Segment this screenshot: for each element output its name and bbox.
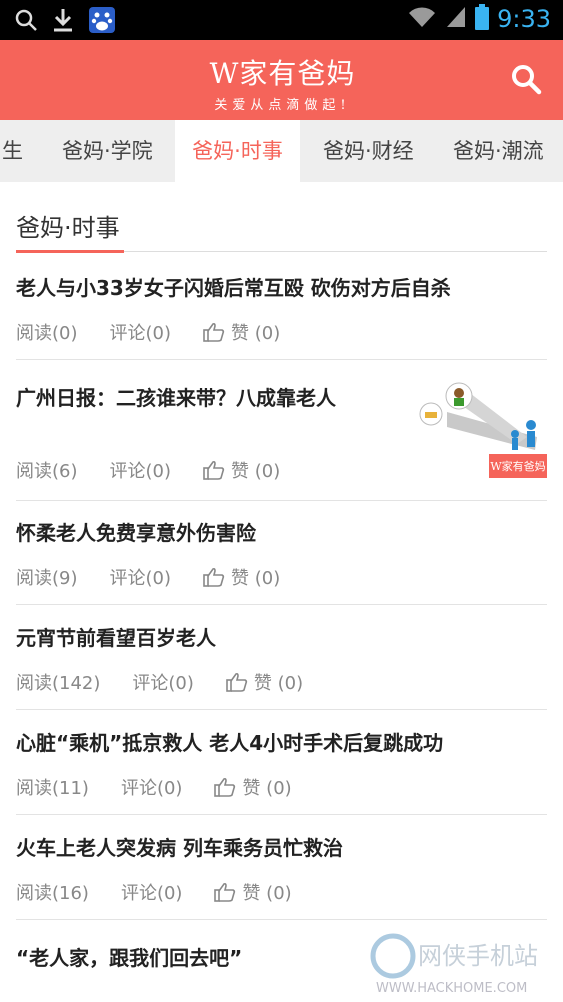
like-button[interactable]: 赞 (0) — [203, 457, 280, 483]
like-count: 赞 (0) — [253, 673, 304, 694]
app-header: W家有爸妈 关爱从点滴做起! — [0, 40, 563, 120]
thumbs-up-icon — [214, 882, 236, 902]
thumbs-up-icon — [203, 460, 225, 480]
like-button[interactable]: 赞 (0) — [214, 879, 292, 905]
like-count: 赞 (0) — [231, 461, 281, 482]
comment-count[interactable]: 评论(0) — [121, 879, 183, 905]
article-item[interactable]: 老人与小33岁女子闪婚后常互殴 砍伤对方后自杀 阅读(0) 评论(0) 赞 (0… — [16, 272, 547, 360]
read-count: 阅读(142) — [16, 673, 101, 694]
article-title[interactable]: 老人与小33岁女子闪婚后常互殴 砍伤对方后自杀 — [16, 272, 451, 301]
article-meta: 阅读(142) 评论(0) 赞 (0) — [16, 669, 303, 695]
like-button[interactable]: 赞 (0) — [203, 319, 280, 345]
article-meta: 阅读(16) 评论(0) 赞 (0) — [16, 879, 292, 905]
article-item[interactable]: 广州日报：二孩谁来带？八成靠老人 阅读(6) 评论(0) 赞 (0) W家有爸妈 — [16, 382, 547, 501]
tab-partial[interactable]: 生 — [2, 120, 23, 182]
article-item[interactable]: 怀柔老人免费享意外伤害险 阅读(9) 评论(0) 赞 (0) — [16, 517, 547, 605]
section-accent-bar — [16, 250, 124, 253]
wifi-icon — [407, 5, 437, 33]
read-count: 阅读(11) — [16, 778, 89, 799]
tab-trend[interactable]: 爸妈·潮流 — [453, 120, 544, 182]
watermark-title: 网侠手机站 — [418, 942, 538, 970]
like-button[interactable]: 赞 (0) — [203, 564, 280, 590]
category-tabs: 生 爸妈·学院 爸妈·时事 爸妈·财经 爸妈·潮流 — [0, 120, 563, 182]
status-bar: 9:33 — [0, 0, 563, 40]
tab-finance[interactable]: 爸妈·财经 — [323, 120, 414, 182]
article-title[interactable]: 火车上老人突发病 列车乘务员忙救治 — [16, 832, 343, 861]
article-meta: 阅读(6) 评论(0) 赞 (0) — [16, 457, 280, 483]
comment-count[interactable]: 评论(0) — [110, 319, 172, 345]
read-count: 阅读(9) — [16, 568, 78, 589]
article-item[interactable]: 元宵节前看望百岁老人 阅读(142) 评论(0) 赞 (0) — [16, 622, 547, 710]
article-title[interactable]: 怀柔老人免费享意外伤害险 — [16, 517, 256, 546]
battery-icon — [475, 4, 490, 34]
like-button[interactable]: 赞 (0) — [214, 774, 292, 800]
thumbs-up-icon — [203, 322, 225, 342]
comment-count[interactable]: 评论(0) — [110, 457, 172, 483]
article-thumbnail[interactable]: W家有爸妈 — [417, 382, 547, 482]
search-button[interactable] — [509, 62, 543, 96]
watermark-url: WWW.HACKHOME.COM — [376, 981, 527, 996]
search-icon — [14, 8, 38, 36]
search-icon — [512, 65, 542, 95]
article-title[interactable]: “老人家，跟我们回去吧” — [16, 942, 242, 971]
like-count: 赞 (0) — [242, 883, 292, 904]
article-item[interactable]: 心脏“乘机”抵京救人 老人4小时手术后复跳成功 阅读(11) 评论(0) 赞 (… — [16, 727, 547, 815]
tab-news[interactable]: 爸妈·时事 — [175, 120, 300, 182]
thumbs-up-icon — [226, 672, 248, 692]
comment-count[interactable]: 评论(0) — [110, 564, 172, 590]
article-meta: 阅读(11) 评论(0) 赞 (0) — [16, 774, 292, 800]
thumbnail-logo-text: W家有爸妈 — [490, 459, 545, 473]
logo-slogan: 关爱从点滴做起! — [214, 98, 351, 113]
article-title[interactable]: 心脏“乘机”抵京救人 老人4小时手术后复跳成功 — [16, 727, 443, 756]
like-button[interactable]: 赞 (0) — [226, 669, 303, 695]
site-watermark: 网侠手机站 WWW.HACKHOME.COM — [368, 928, 558, 998]
read-count: 阅读(0) — [16, 323, 78, 344]
article-meta: 阅读(9) 评论(0) 赞 (0) — [16, 564, 280, 590]
read-count: 阅读(6) — [16, 461, 78, 482]
article-item[interactable]: 火车上老人突发病 列车乘务员忙救治 阅读(16) 评论(0) 赞 (0) — [16, 832, 547, 920]
baidu-icon — [88, 6, 116, 38]
comment-count[interactable]: 评论(0) — [132, 669, 194, 695]
like-count: 赞 (0) — [242, 778, 292, 799]
section-title: 爸妈·时事 — [16, 214, 120, 242]
comment-count[interactable]: 评论(0) — [121, 774, 183, 800]
logo-text: W家有爸妈 — [209, 57, 356, 90]
download-icon — [52, 7, 74, 37]
thumbs-up-icon — [214, 777, 236, 797]
like-count: 赞 (0) — [231, 568, 281, 589]
like-count: 赞 (0) — [231, 323, 281, 344]
app-logo: W家有爸妈 关爱从点滴做起! — [200, 52, 365, 113]
read-count: 阅读(16) — [16, 883, 89, 904]
signal-icon — [445, 5, 467, 33]
tab-college[interactable]: 爸妈·学院 — [62, 120, 153, 182]
status-time: 9:33 — [497, 5, 551, 33]
article-title[interactable]: 元宵节前看望百岁老人 — [16, 622, 216, 651]
article-meta: 阅读(0) 评论(0) 赞 (0) — [16, 319, 280, 345]
thumbs-up-icon — [203, 567, 225, 587]
article-title[interactable]: 广州日报：二孩谁来带？八成靠老人 — [16, 382, 336, 411]
